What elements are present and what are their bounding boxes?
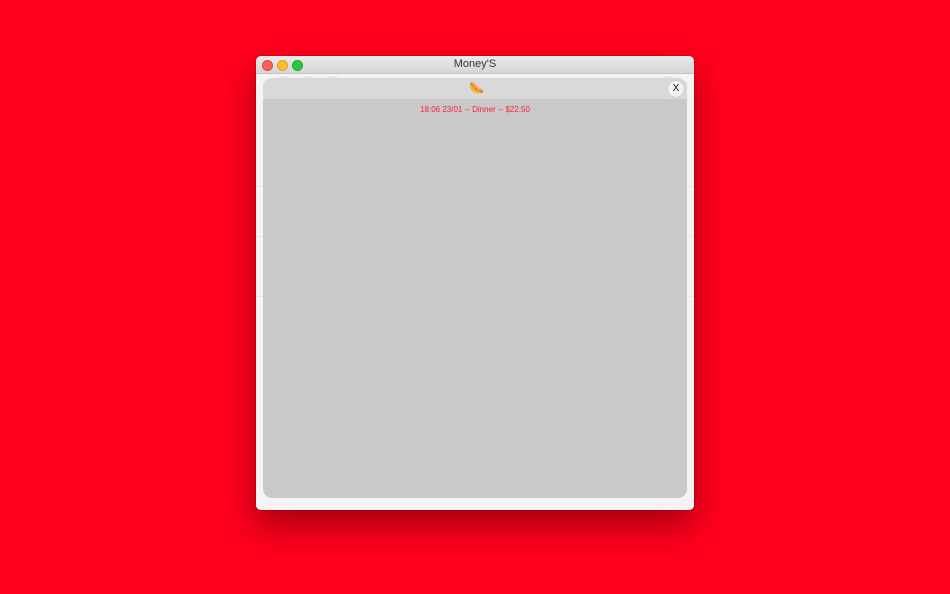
- window-title: Money'S: [453, 58, 497, 70]
- hot-dog-icon: 🌭: [469, 81, 484, 95]
- expense-entry: 18:06 23/01 -- Dinner -- $22.50: [420, 105, 530, 114]
- main-content: 🌭 X 18:06 23/01 -- Dinner -- $22.50: [256, 74, 694, 510]
- panel-header: 🌭 X: [263, 78, 687, 99]
- title-bar[interactable]: Money'S: [256, 56, 694, 74]
- app-window: Money'S 🌭 X 18:06 23/01 -- Dinner -- $22…: [256, 56, 694, 510]
- entry-detail-panel: 🌭 X 18:06 23/01 -- Dinner -- $22.50: [263, 78, 687, 498]
- close-panel-button[interactable]: X: [668, 81, 684, 97]
- desktop: Money'S 🌭 X 18:06 23/01 -- Dinner -- $22…: [0, 0, 950, 594]
